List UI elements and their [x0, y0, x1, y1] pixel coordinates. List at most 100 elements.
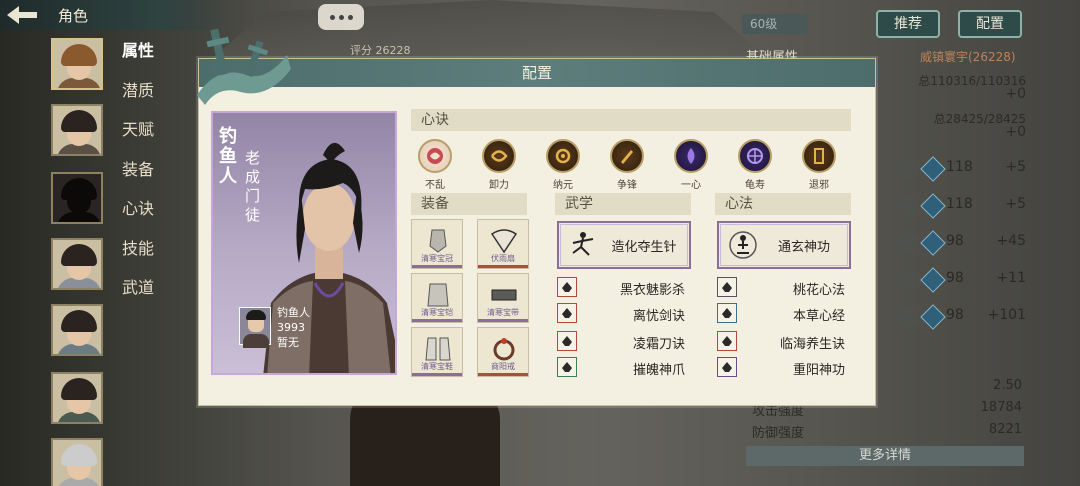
- character-portrait-art: [263, 142, 395, 373]
- equip-slot-belt[interactable]: 清寒宝带: [477, 273, 529, 323]
- config-modal: 配置 钓鱼人 老成门徒 钓鱼人 3993 暂无 心诀 不乱 卸力 纳元 争锋 一…: [197, 28, 876, 406]
- equip-slot-ring[interactable]: 商阳戒: [477, 327, 529, 377]
- back-arrow-icon: [7, 6, 37, 24]
- chat-button[interactable]: [318, 4, 364, 30]
- xinfa-header: 心法: [715, 193, 851, 215]
- skill-icon: [717, 357, 737, 377]
- level-badge: 60级: [742, 14, 808, 34]
- guishou-icon: [738, 139, 772, 173]
- xinfa-skill-row[interactable]: 重阳神功: [717, 357, 845, 379]
- xinjue-item[interactable]: 龟寿: [733, 137, 777, 191]
- character-info-status: 暂无: [277, 336, 299, 349]
- stat-row: 98 +11: [896, 267, 1026, 293]
- character-info-score: 3993: [277, 321, 305, 334]
- wuxue-skill-row[interactable]: 摧魄神爪: [557, 357, 685, 379]
- wuxue-header: 武学: [555, 193, 691, 215]
- stat-row: 118 +5: [896, 193, 1026, 219]
- xinfa-main-skill[interactable]: 通玄神功: [717, 221, 851, 269]
- xinjue-item[interactable]: 纳元: [541, 137, 585, 191]
- wuxue-skill-row[interactable]: 离忧剑诀: [557, 303, 685, 325]
- menu-item-skills[interactable]: 技能: [122, 234, 166, 274]
- xinjue-item[interactable]: 争锋: [605, 137, 649, 191]
- stat-icon: [896, 306, 918, 328]
- equip-slot-boots[interactable]: 清寒宝鞋: [411, 327, 463, 377]
- gem-icon: [920, 267, 946, 293]
- xinjue-item[interactable]: 不乱: [413, 137, 457, 191]
- skill-icon: [717, 331, 737, 351]
- wuxue-main-skill[interactable]: 造化夺生针: [557, 221, 691, 269]
- character-portrait[interactable]: [51, 438, 103, 486]
- stat-icon: [896, 269, 918, 291]
- character-card[interactable]: 钓鱼人 老成门徒 钓鱼人 3993 暂无: [211, 111, 397, 375]
- equip-slot-fan[interactable]: 伏雨扇: [477, 219, 529, 269]
- xinjue-item[interactable]: 一心: [669, 137, 713, 191]
- stat-icon: [896, 158, 918, 180]
- menu-item-talent[interactable]: 天赋: [122, 115, 166, 155]
- xinjue-list: 不乱 卸力 纳元 争锋 一心 龟寿 退邪: [413, 137, 853, 193]
- gem-icon: [920, 230, 946, 256]
- mp-plus: +0: [1005, 124, 1026, 140]
- stat-icon: [896, 232, 918, 254]
- skill-icon: [717, 277, 737, 297]
- skill-icon: [557, 331, 577, 351]
- yixin-icon: [674, 139, 708, 173]
- skill-icon: [557, 303, 577, 323]
- stat-row: 98 +45: [896, 230, 1026, 256]
- skill-icon: [557, 357, 577, 377]
- xinfa-skill-row[interactable]: 本草心经: [717, 303, 845, 325]
- stat-icon: [896, 195, 918, 217]
- hp-plus: +0: [1005, 86, 1026, 102]
- gem-icon: [920, 156, 946, 182]
- equip-slot-armor[interactable]: 清寒宝铠: [411, 273, 463, 323]
- wuxue-skill-row[interactable]: 凌霜刀诀: [557, 331, 685, 353]
- config-button[interactable]: 配置: [958, 10, 1022, 38]
- gem-icon: [920, 304, 946, 330]
- back-button[interactable]: [0, 0, 44, 30]
- character-list: [48, 34, 106, 486]
- recommend-button[interactable]: 推荐: [876, 10, 940, 38]
- menu-item-xinjue[interactable]: 心诀: [122, 194, 166, 234]
- character-name-vertical: 钓鱼人: [219, 126, 237, 187]
- nayuan-icon: [546, 139, 580, 173]
- xinfa-skill-row[interactable]: 临海养生诀: [717, 331, 845, 353]
- character-avatar: [239, 307, 271, 348]
- equip-slot-helmet[interactable]: 清寒宝冠: [411, 219, 463, 269]
- menu-item-wudao[interactable]: 武道: [122, 273, 166, 313]
- character-info-name: 钓鱼人: [277, 306, 310, 319]
- page-title: 角色: [58, 6, 89, 25]
- character-menu: 属性 潜质 天赋 装备 心诀 技能 武道: [122, 36, 166, 313]
- character-portrait-locked[interactable]: [51, 172, 103, 224]
- character-portrait[interactable]: [51, 104, 103, 156]
- character-power-title: 威镇寰宇(26228): [920, 50, 1016, 64]
- zhengfeng-icon: [610, 139, 644, 173]
- xieli-icon: [482, 139, 516, 173]
- stat-line: 防御强度 8221: [752, 422, 1022, 441]
- equipment-header: 装备: [411, 193, 527, 215]
- menu-item-equipment[interactable]: 装备: [122, 155, 166, 195]
- meditation-icon: [729, 231, 757, 259]
- more-details-button[interactable]: 更多详情: [746, 446, 1024, 466]
- character-portrait[interactable]: [51, 372, 103, 424]
- menu-item-attributes[interactable]: 属性: [122, 36, 166, 76]
- skill-icon: [717, 303, 737, 323]
- gem-icon: [920, 193, 946, 219]
- xinfa-skill-row[interactable]: 桃花心法: [717, 277, 845, 299]
- armor-icon: [427, 283, 449, 307]
- skill-icon: [557, 277, 577, 297]
- xinjue-item[interactable]: 卸力: [477, 137, 521, 191]
- character-portrait[interactable]: [51, 38, 103, 90]
- fan-icon: [490, 229, 518, 254]
- sword-ornament-icon: [197, 28, 291, 105]
- belt-icon: [491, 289, 517, 301]
- menu-item-potential[interactable]: 潜质: [122, 76, 166, 116]
- helmet-icon: [429, 229, 447, 253]
- stat-row: 118 +5: [896, 156, 1026, 182]
- stat-row: 98 +101: [896, 304, 1026, 330]
- character-portrait[interactable]: [51, 304, 103, 356]
- buluan-icon: [418, 139, 452, 173]
- xinjue-item[interactable]: 退邪: [797, 137, 841, 191]
- xinjue-header: 心诀: [411, 109, 851, 131]
- wuxue-skill-row[interactable]: 黑衣魅影杀: [557, 277, 685, 299]
- tuixie-icon: [802, 139, 836, 173]
- character-portrait[interactable]: [51, 238, 103, 290]
